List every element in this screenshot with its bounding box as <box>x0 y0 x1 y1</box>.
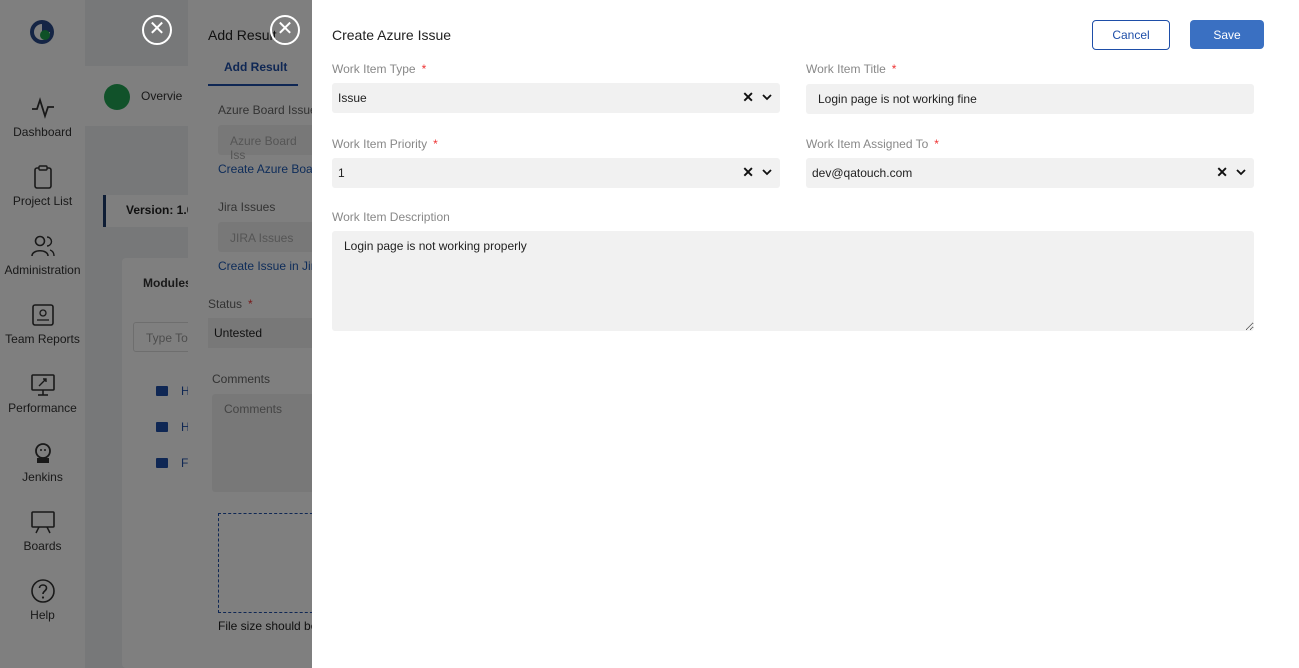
chevron-down-icon[interactable] <box>762 167 772 177</box>
work-item-priority-value: 1 <box>338 166 345 180</box>
work-item-priority-label: Work Item Priority * <box>332 137 438 151</box>
work-item-description-label: Work Item Description <box>332 210 450 224</box>
work-item-title-label: Work Item Title * <box>806 62 897 76</box>
clear-icon[interactable]: ✕ <box>742 89 754 106</box>
close-icon: ✕ <box>276 18 294 40</box>
clear-icon[interactable]: ✕ <box>742 164 754 181</box>
work-item-priority-select[interactable]: 1 ✕ <box>332 158 780 188</box>
page-title: Create Azure Issue <box>332 27 452 43</box>
chevron-down-icon[interactable] <box>762 92 772 102</box>
close-add-result-button[interactable]: ✕ <box>142 15 172 45</box>
chevron-down-icon[interactable] <box>1236 167 1246 177</box>
work-item-assigned-label: Work Item Assigned To * <box>806 137 939 151</box>
work-item-type-value: Issue <box>338 91 367 105</box>
close-icon: ✕ <box>148 18 166 40</box>
clear-icon[interactable]: ✕ <box>1216 164 1228 181</box>
cancel-button[interactable]: Cancel <box>1092 20 1170 50</box>
work-item-type-label: Work Item Type * <box>332 62 427 76</box>
save-button[interactable]: Save <box>1190 20 1264 49</box>
work-item-assigned-select[interactable]: dev@qatouch.com ✕ <box>806 158 1254 188</box>
work-item-assigned-value: dev@qatouch.com <box>812 166 913 180</box>
close-azure-issue-button[interactable]: ✕ <box>270 15 300 45</box>
work-item-type-select[interactable]: Issue ✕ <box>332 83 780 113</box>
panel-backdrop <box>188 0 312 668</box>
work-item-title-input[interactable] <box>806 84 1254 114</box>
work-item-description-textarea[interactable]: Login page is not working properly <box>332 231 1254 331</box>
